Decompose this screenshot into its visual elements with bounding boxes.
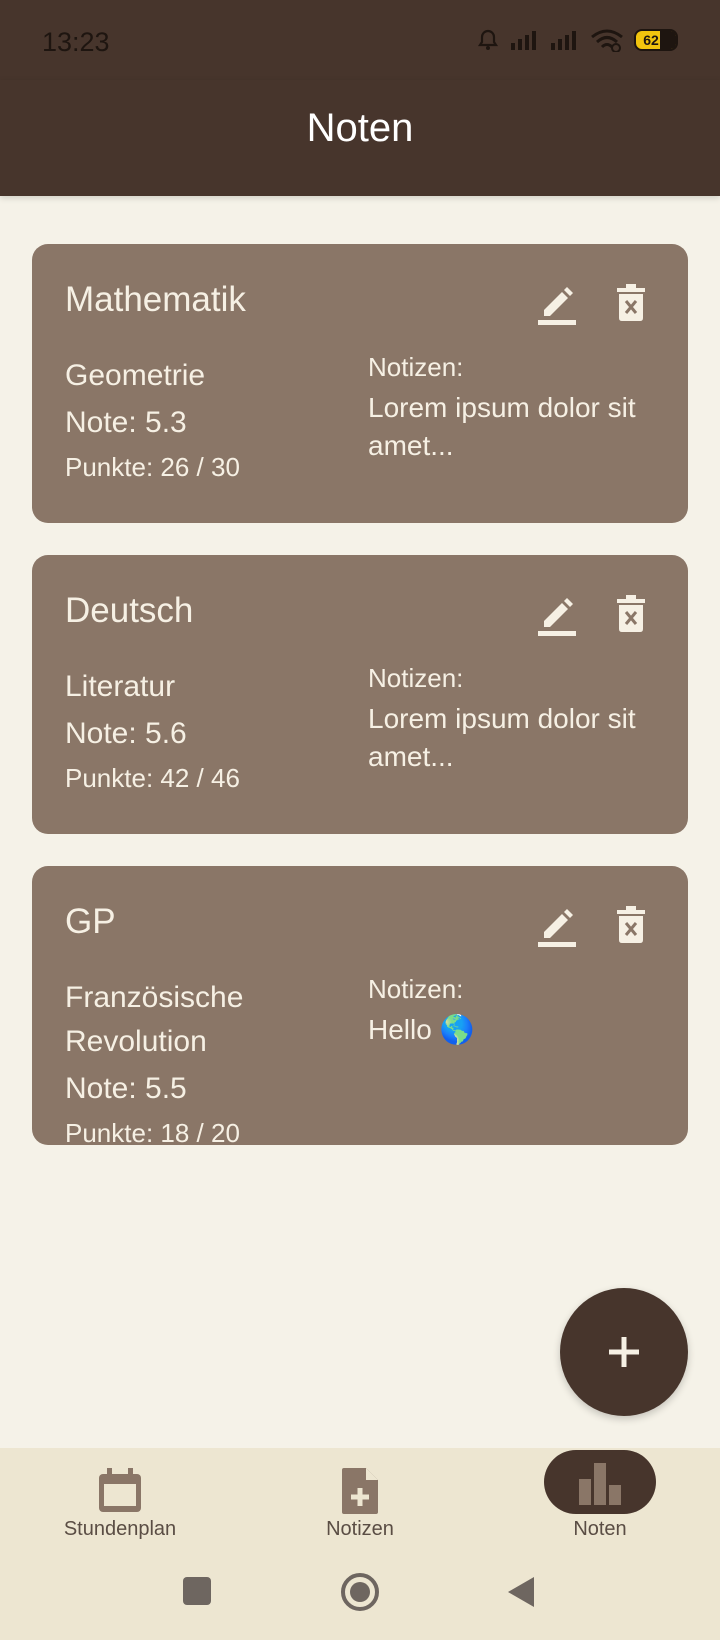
card-points: Punkte: 42 / 46 [65,763,240,793]
notes-text: Hello 🌎 [368,1014,475,1045]
grade-card[interactable]: Mathematik Geometrie Note: 5.3 Punkte: 2… [32,244,688,523]
system-recents-button[interactable] [182,1576,212,1611]
edit-icon [538,598,576,636]
system-home-button[interactable] [340,1572,380,1617]
card-topic: Literatur [65,670,176,703]
card-notes: Notizen: Lorem ipsum dolor sit amet... [368,663,668,776]
nav-label: Noten [573,1518,627,1540]
card-points: Punkte: 26 / 30 [65,452,240,482]
delete-icon [617,906,645,943]
calendar-icon [99,1468,141,1512]
card-subject: Mathematik [65,280,246,319]
notes-label: Notizen: [368,974,464,1004]
edit-icon [538,287,576,325]
notes-text: Lorem ipsum dolor sit amet... [368,392,636,461]
status-time: 13:23 [42,26,110,57]
battery-level: 62 [643,32,659,48]
grade-list: Mathematik Geometrie Note: 5.3 Punkte: 2… [32,244,688,1177]
nav-item-noten[interactable]: Noten [500,1448,700,1541]
signal-icon-2 [551,31,576,50]
edit-button[interactable] [536,591,578,637]
nav-label: Notizen [326,1518,394,1540]
status-bar: 13:23 62 [0,0,720,80]
card-notes: Notizen: Lorem ipsum dolor sit amet... [368,352,668,465]
card-actions [536,591,652,637]
notes-label: Notizen: [368,663,464,693]
edit-button[interactable] [536,902,578,948]
card-grade: Note: 5.5 [65,1072,187,1105]
circle-icon [341,1573,379,1611]
system-back-button[interactable] [506,1576,536,1613]
wifi-icon [591,29,623,52]
status-icons: 62 [476,28,678,52]
grade-card[interactable]: GP Französische Revolution Note: 5.5 Pun… [32,866,688,1148]
delete-icon [617,284,645,321]
bar-chart-icon [579,1463,621,1505]
card-topic: Französische Revolution [65,981,244,1058]
card-notes: Notizen: Hello 🌎 [368,974,668,1049]
add-grade-button[interactable] [560,1288,688,1416]
delete-button[interactable] [610,902,652,948]
card-details: Literatur Note: 5.6 Punkte: 42 / 46 [65,665,355,794]
notes-label: Notizen: [368,352,464,382]
delete-icon [617,595,645,632]
card-actions [536,280,652,326]
back-triangle-icon [508,1577,534,1607]
card-details: Geometrie Note: 5.3 Punkte: 26 / 30 [65,354,355,483]
card-actions [536,902,652,948]
delete-button[interactable] [610,591,652,637]
card-details: Französische Revolution Note: 5.5 Punkte… [65,976,355,1149]
card-subject: Deutsch [65,591,194,630]
plus-icon [609,1337,639,1367]
delete-button[interactable] [610,280,652,326]
grade-card[interactable]: Deutsch Literatur Note: 5.6 Punkte: 42 /… [32,555,688,834]
card-grade: Note: 5.6 [65,717,187,750]
nav-label: Stundenplan [63,1518,177,1540]
edit-button[interactable] [536,280,578,326]
signal-icon-1 [511,31,536,50]
edit-icon [538,909,576,947]
card-subject: GP [65,902,116,941]
card-grade: Note: 5.3 [65,406,187,439]
note-add-icon [342,1468,378,1514]
nav-item-notizen[interactable]: Notizen [260,1448,460,1541]
card-points: Punkte: 18 / 20 [65,1118,240,1148]
notes-text: Lorem ipsum dolor sit amet... [368,703,636,772]
battery-icon: 62 [634,29,678,51]
alarm-icon [477,29,499,50]
page-title: Noten [306,105,414,150]
nav-item-stundenplan[interactable]: Stundenplan [20,1448,220,1541]
card-topic: Geometrie [65,359,206,392]
app-bar: Noten [0,80,720,196]
square-icon [183,1577,211,1605]
